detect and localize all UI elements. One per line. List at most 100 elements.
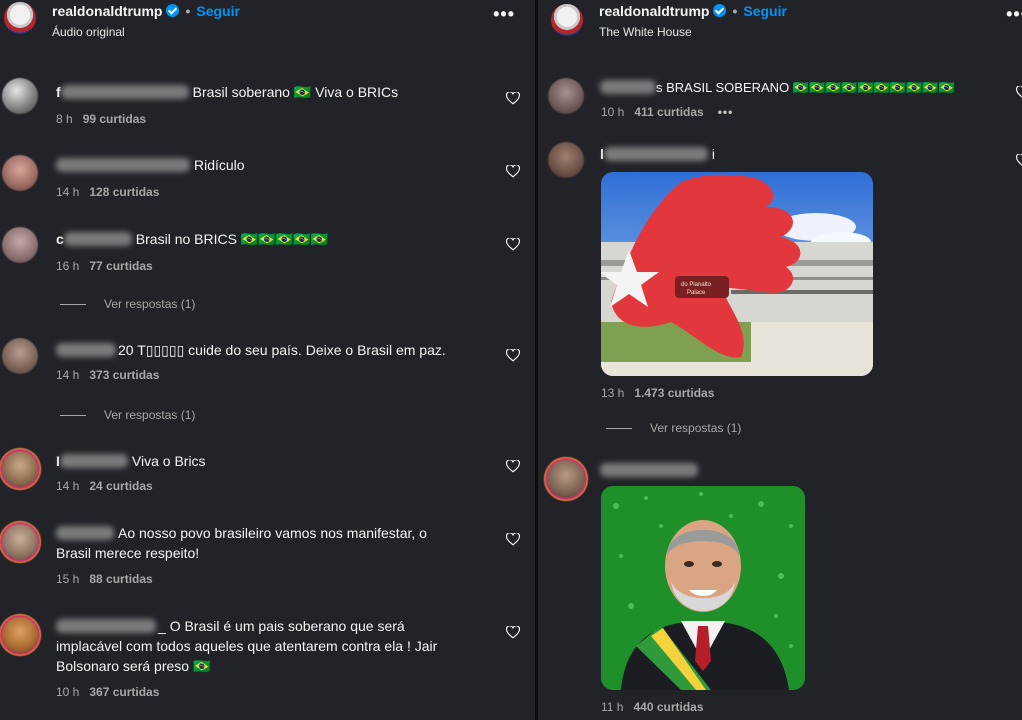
comment-likes[interactable]: 440 curtidas: [633, 700, 703, 714]
follow-button[interactable]: Seguir: [196, 3, 240, 19]
header-line: realdonaldtrump • Seguir: [599, 3, 787, 19]
heart-icon[interactable]: [1016, 86, 1022, 99]
comment-body: Viva o Brics: [131, 453, 206, 469]
comment-time: 14 h: [56, 368, 80, 382]
header-line: realdonaldtrump • Seguir: [52, 3, 240, 19]
comment-time: 10 h: [601, 105, 625, 119]
commenter-avatar[interactable]: [2, 338, 38, 374]
commenter-avatar[interactable]: [2, 155, 38, 191]
comment-likes[interactable]: 88 curtidas: [89, 572, 152, 586]
comment-body-line: O Brasil é um pais soberano que será: [169, 618, 405, 634]
commenter-avatar[interactable]: [548, 78, 584, 114]
comment-meta: 14 h 373 curtidas: [56, 368, 159, 382]
redacted-username: [59, 454, 128, 468]
heart-icon[interactable]: [506, 533, 520, 546]
heart-icon[interactable]: [1016, 154, 1022, 167]
comment-time: 15 h: [56, 572, 80, 586]
comment-image-portrait[interactable]: [601, 486, 805, 690]
redacted-username: [56, 158, 190, 172]
redacted-username: [600, 463, 698, 477]
location-label[interactable]: The White House: [599, 25, 692, 39]
comment-text: I Viva o Brics: [56, 451, 486, 471]
follow-button[interactable]: Seguir: [743, 3, 787, 19]
comment-text: s BRASIL SOBERANO 🇧🇷🇧🇷🇧🇷🇧🇷🇧🇷🇧🇷🇧🇷🇧🇷🇧🇷🇧🇷: [600, 78, 1022, 98]
post-header: realdonaldtrump • Seguir Áudio original ••…: [0, 0, 535, 60]
comment-text: 20 T▯▯▯▯▯ cuide do seu país. Deixe o Bra…: [56, 340, 486, 360]
comment-likes[interactable]: 367 curtidas: [89, 685, 159, 699]
view-replies-button[interactable]: Ver respostas (1): [606, 421, 741, 435]
comment-image-planalto[interactable]: do Planalto Palace: [601, 172, 873, 376]
verified-badge-icon: [166, 4, 180, 17]
view-replies-button[interactable]: Ver respostas (1): [60, 408, 195, 422]
view-replies-button[interactable]: Ver respostas (1): [60, 297, 195, 311]
comment-likes[interactable]: 411 curtidas: [634, 105, 703, 119]
comment-meta: 10 h 367 curtidas: [56, 685, 159, 699]
comment-body: Brasil no BRICS 🇧🇷🇧🇷🇧🇷🇧🇷🇧🇷: [135, 231, 328, 247]
username[interactable]: realdonaldtrump: [599, 3, 709, 19]
username-suffix[interactable]: s: [656, 80, 663, 95]
comment-likes[interactable]: 77 curtidas: [89, 259, 152, 273]
comment-likes[interactable]: 99 curtidas: [83, 112, 146, 126]
redacted-username: [63, 232, 132, 246]
heart-icon[interactable]: [506, 165, 520, 178]
commenter-avatar[interactable]: [2, 524, 38, 560]
comment-body-line: Brasil merece respeito!: [56, 545, 200, 561]
audio-label[interactable]: Áudio original: [52, 25, 125, 39]
commenter-avatar[interactable]: [2, 227, 38, 263]
heart-icon[interactable]: [506, 349, 520, 362]
commenter-avatar[interactable]: [2, 78, 38, 114]
comment-time: 8 h: [56, 112, 73, 126]
username-underscore[interactable]: _: [158, 618, 166, 634]
redacted-username: [603, 147, 708, 161]
post-header: realdonaldtrump • Seguir The White House •…: [538, 0, 1022, 60]
commenter-avatar[interactable]: [2, 451, 38, 487]
comment-more-icon[interactable]: •••: [718, 105, 734, 119]
commenter-avatar[interactable]: [548, 142, 584, 178]
comment-meta: 15 h 88 curtidas: [56, 572, 153, 586]
comment-time: 14 h: [56, 479, 80, 493]
more-options-icon[interactable]: •••: [493, 4, 515, 25]
commenter-initial[interactable]: f: [56, 84, 61, 100]
redacted-username: [600, 80, 656, 94]
commenter-avatar[interactable]: [2, 617, 38, 653]
comment-text: c Brasil no BRICS 🇧🇷🇧🇷🇧🇷🇧🇷🇧🇷: [56, 229, 486, 249]
comment-body: T▯▯▯▯▯ cuide do seu país. Deixe o Brasil…: [137, 342, 446, 358]
profile-avatar[interactable]: [551, 4, 583, 36]
more-options-icon[interactable]: •••: [1006, 4, 1022, 25]
right-post-panel: realdonaldtrump • Seguir The White House •…: [538, 0, 1022, 720]
planalto-hand-image: do Planalto Palace: [601, 172, 873, 376]
comment-body: Ridículo: [194, 157, 245, 173]
commenter-initial[interactable]: c: [56, 231, 64, 247]
planalto-sign-text: do Planalto: [681, 282, 712, 288]
commenter-avatar[interactable]: [547, 460, 585, 498]
heart-icon[interactable]: [506, 626, 520, 639]
comment-meta: 11 h 440 curtidas: [601, 700, 704, 714]
comment-meta: 14 h 128 curtidas: [56, 185, 159, 199]
separator-dot: •: [185, 3, 191, 19]
heart-icon[interactable]: [506, 92, 520, 105]
username-suffix[interactable]: i: [712, 146, 715, 162]
left-post-panel: realdonaldtrump • Seguir Áudio original ••…: [0, 0, 535, 720]
comment-time: 11 h: [601, 700, 624, 714]
comment-likes[interactable]: 128 curtidas: [89, 185, 159, 199]
heart-icon[interactable]: [506, 460, 520, 473]
comment-meta: 8 h 99 curtidas: [56, 112, 146, 126]
comment-likes[interactable]: 24 curtidas: [89, 479, 152, 493]
profile-avatar[interactable]: [4, 2, 36, 34]
planalto-sign-text: Palace: [687, 290, 706, 296]
username[interactable]: realdonaldtrump: [52, 3, 162, 19]
comment-likes[interactable]: 1.473 curtidas: [634, 386, 714, 400]
comment-body-line: Bolsonaro será preso 🇧🇷: [56, 658, 211, 674]
username-suffix[interactable]: 20: [118, 342, 134, 358]
comment-meta: 13 h 1.473 curtidas: [601, 386, 714, 400]
comment-likes[interactable]: 373 curtidas: [89, 368, 159, 382]
comment-text: li: [600, 144, 1022, 164]
verified-badge-icon: [713, 4, 727, 17]
comment-time: 14 h: [56, 185, 80, 199]
comment-body-line: implacável com todos aqueles que atentar…: [56, 638, 438, 654]
comment-body: Brasil soberano 🇧🇷 Viva o BRICs: [192, 84, 399, 100]
comment-text: f Brasil soberano 🇧🇷 Viva o BRICs: [56, 82, 486, 102]
heart-icon[interactable]: [506, 238, 520, 251]
comment-time: 13 h: [601, 386, 625, 400]
redacted-username: [56, 526, 114, 540]
